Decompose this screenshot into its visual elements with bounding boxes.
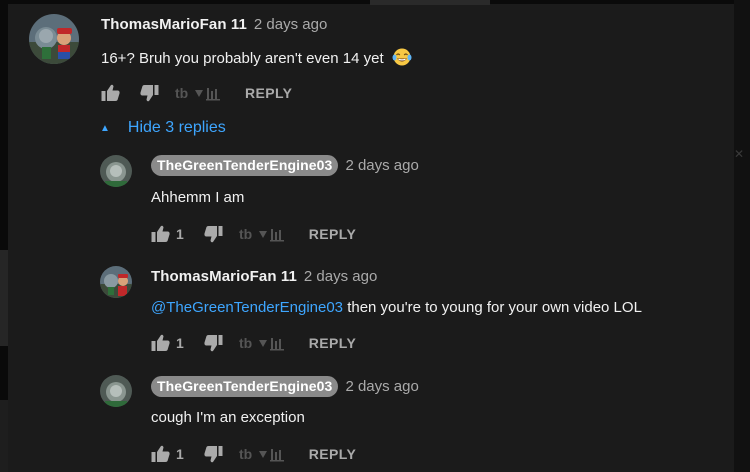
dislike-button[interactable] <box>204 225 223 243</box>
like-button[interactable] <box>151 225 170 243</box>
svg-text:tb: tb <box>239 446 252 462</box>
like-count: 1 <box>176 335 184 351</box>
avatar[interactable] <box>100 375 132 407</box>
creator-heart-icon[interactable]: tb <box>239 335 285 351</box>
creator-heart-icon[interactable]: tb <box>175 85 221 101</box>
reply-button[interactable]: REPLY <box>245 85 292 101</box>
reply-button[interactable]: REPLY <box>309 446 356 462</box>
dislike-button[interactable] <box>204 445 223 463</box>
channel-owner-badge[interactable]: TheGreenTenderEngine03 <box>151 155 339 176</box>
like-button[interactable] <box>151 334 170 352</box>
comment-header: ThomasMarioFan 11 2 days ago <box>151 268 377 285</box>
comment-header: TheGreenTenderEngine03 2 days ago <box>151 376 419 397</box>
reply-button[interactable]: REPLY <box>309 226 356 242</box>
hide-replies-label: Hide 3 replies <box>127 119 226 136</box>
reply-button[interactable]: REPLY <box>309 335 356 351</box>
laughing-emoji-icon <box>392 48 412 66</box>
reply-comment: TheGreenTenderEngine03 2 days ago Ahhemm… <box>0 150 750 250</box>
youtube-comment-thread-screenshot: ✕ ThomasMarioFan 11 2 days ago 16+? Bruh… <box>0 0 750 472</box>
thumbs-down-icon <box>204 446 223 463</box>
avatar[interactable] <box>29 14 79 64</box>
main-comment: ThomasMarioFan 11 2 days ago 16+? Bruh y… <box>0 0 750 110</box>
comment-text: Ahhemm I am <box>151 189 245 206</box>
like-count: 1 <box>176 446 184 462</box>
hide-replies-button[interactable]: ▲ Hide 3 replies <box>100 119 226 137</box>
comment-header: ThomasMarioFan 11 2 days ago <box>101 16 327 33</box>
like-button[interactable] <box>151 445 170 463</box>
thumbs-down-icon <box>204 335 223 352</box>
caret-up-icon: ▲ <box>100 122 110 134</box>
thumbs-up-icon <box>101 84 120 101</box>
comment-timestamp[interactable]: 2 days ago <box>345 378 418 395</box>
comment-timestamp[interactable]: 2 days ago <box>345 157 418 174</box>
reply-comment: TheGreenTenderEngine03 2 days ago cough … <box>0 371 750 471</box>
creator-heart-icon[interactable]: tb <box>239 226 285 242</box>
author-name[interactable]: ThomasMarioFan 11 <box>101 16 247 33</box>
dislike-button[interactable] <box>204 334 223 352</box>
avatar[interactable] <box>100 155 132 187</box>
comment-body: 16+? Bruh you probably aren't even 14 ye… <box>101 50 384 67</box>
creator-heart-icon[interactable]: tb <box>239 446 285 462</box>
comment-timestamp[interactable]: 2 days ago <box>304 268 377 285</box>
author-name[interactable]: ThomasMarioFan 11 <box>151 268 297 285</box>
thumbs-down-icon <box>140 85 159 102</box>
like-button[interactable] <box>101 84 120 102</box>
avatar[interactable] <box>100 266 132 298</box>
comment-actions: 1 tb REPLY <box>151 334 356 352</box>
thumbs-up-icon <box>151 225 170 242</box>
comment-actions: tb REPLY <box>101 84 292 102</box>
like-count: 1 <box>176 226 184 242</box>
comment-actions: 1 tb REPLY <box>151 225 356 243</box>
user-mention-link[interactable]: @TheGreenTenderEngine03 <box>151 299 343 316</box>
thumbs-up-icon <box>151 334 170 351</box>
dislike-button[interactable] <box>140 84 159 102</box>
comment-text: cough I'm an exception <box>151 409 305 426</box>
thumbs-down-icon <box>204 226 223 243</box>
svg-text:tb: tb <box>239 226 252 242</box>
reply-comment: ThomasMarioFan 11 2 days ago @TheGreenTe… <box>0 262 750 362</box>
svg-text:tb: tb <box>239 335 252 351</box>
comment-thread: ThomasMarioFan 11 2 days ago 16+? Bruh y… <box>0 0 750 472</box>
comment-body: then you're to young for your own video … <box>343 299 642 316</box>
comment-text: @TheGreenTenderEngine03 then you're to y… <box>151 299 642 316</box>
thumbs-up-icon <box>151 445 170 462</box>
svg-text:tb: tb <box>175 85 188 101</box>
channel-owner-badge[interactable]: TheGreenTenderEngine03 <box>151 376 339 397</box>
comment-actions: 1 tb REPLY <box>151 445 356 463</box>
comment-text: 16+? Bruh you probably aren't even 14 ye… <box>101 48 412 67</box>
comment-timestamp[interactable]: 2 days ago <box>254 16 327 33</box>
comment-header: TheGreenTenderEngine03 2 days ago <box>151 155 419 176</box>
